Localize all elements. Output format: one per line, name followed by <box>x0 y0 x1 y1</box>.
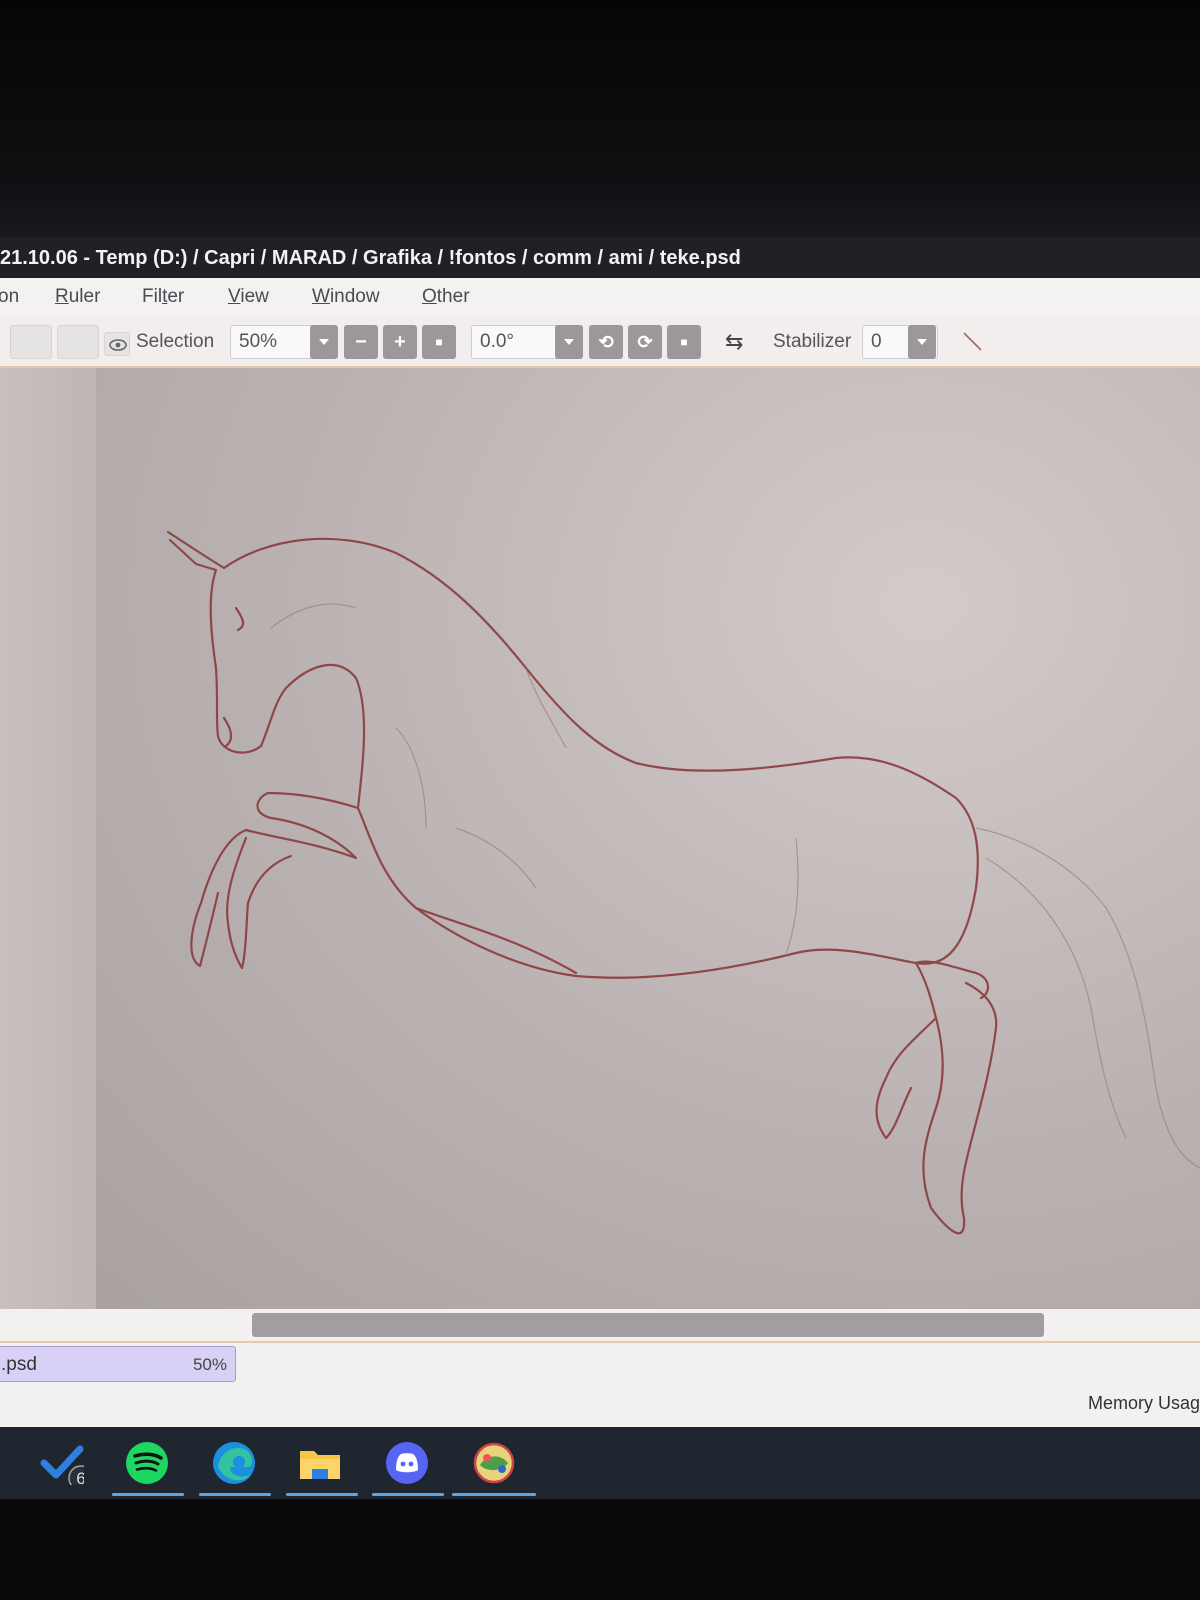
rotation-value: 0.0° <box>480 331 515 352</box>
toolbar: Selection 50% − + ■ 0.0° ⟲ ⟳ ■ ⇆ Stabili… <box>0 316 1200 368</box>
windows-taskbar: 6 <box>0 1427 1200 1499</box>
tool-button-2[interactable] <box>57 325 99 359</box>
folder-icon[interactable] <box>298 1441 342 1485</box>
rotation-dropdown-button[interactable] <box>555 325 583 359</box>
status-area: .psd 50% Memory Usag <box>0 1343 1200 1427</box>
document-tab-name: .psd <box>1 1354 37 1375</box>
taskbar-running-indicator <box>286 1493 358 1496</box>
drawing-canvas[interactable] <box>96 368 1200 1309</box>
discord-icon[interactable] <box>385 1441 429 1485</box>
spotify-icon[interactable] <box>125 1441 169 1485</box>
zoom-out-button[interactable]: − <box>344 325 378 359</box>
checkmark-icon[interactable]: 6 <box>40 1441 84 1485</box>
document-tab-zoom: 50% <box>192 1355 227 1374</box>
menu-bar: on Ruler Filter View Window Other <box>0 278 1200 316</box>
zoom-value: 50% <box>239 331 278 352</box>
stabilizer-value: 0 <box>871 331 882 352</box>
memory-usage-label: Memory Usag <box>1087 1393 1200 1413</box>
rotate-left-button[interactable]: ⟲ <box>589 325 623 359</box>
horse-sketch-drawing <box>166 530 1200 1235</box>
stop-square-icon: ■ <box>680 335 688 349</box>
tool-button-1[interactable] <box>10 325 52 359</box>
zoom-dropdown-button[interactable] <box>310 325 338 359</box>
stabilizer-label: Stabilizer <box>773 331 852 352</box>
stabilizer-dropdown-button[interactable] <box>908 325 936 359</box>
paint-app-icon[interactable] <box>472 1441 516 1485</box>
plus-icon: + <box>394 331 406 353</box>
menu-item-other[interactable]: Other <box>422 286 470 308</box>
menu-item-filter[interactable]: Filter <box>142 286 184 308</box>
rotate-cw-icon: ⟳ <box>637 332 653 352</box>
taskbar-running-indicator <box>112 1493 184 1496</box>
rotate-ccw-icon: ⟲ <box>598 332 614 352</box>
rotate-reset-button[interactable]: ■ <box>667 325 701 359</box>
edge-icon[interactable] <box>212 1441 256 1485</box>
selection-label: Selection <box>136 331 215 352</box>
document-tab[interactable]: .psd 50% <box>0 1346 236 1382</box>
menu-item-ruler[interactable]: Ruler <box>55 286 100 308</box>
monitor-bezel-top <box>0 0 1200 238</box>
selection-visibility-toggle[interactable] <box>104 332 130 356</box>
zoom-reset-button[interactable]: ■ <box>422 325 456 359</box>
zoom-in-button[interactable]: + <box>383 325 417 359</box>
menu-item-selection[interactable]: on <box>0 286 19 308</box>
canvas-margin <box>0 368 100 1309</box>
flip-horizontal-icon[interactable]: ⇆ <box>725 325 743 359</box>
taskbar-running-indicator <box>372 1493 444 1496</box>
stop-square-icon: ■ <box>435 335 443 349</box>
menu-item-view[interactable]: View <box>228 286 269 308</box>
taskbar-active-indicator <box>452 1493 536 1496</box>
monitor-bezel-bottom <box>0 1499 1200 1600</box>
window-title: 21.10.06 - Temp (D:) / Capri / MARAD / G… <box>0 247 741 269</box>
rotate-right-button[interactable]: ⟳ <box>628 325 662 359</box>
canvas-workspace <box>0 368 1200 1309</box>
menu-item-window[interactable]: Window <box>312 286 380 308</box>
scrollbar-thumb[interactable] <box>252 1313 1044 1337</box>
eye-icon <box>109 339 127 351</box>
todo-badge: 6 <box>76 1469 84 1485</box>
window-titlebar[interactable]: 21.10.06 - Temp (D:) / Capri / MARAD / G… <box>0 238 1200 278</box>
pen-tool-icon[interactable] <box>955 325 989 359</box>
minus-icon: − <box>355 331 367 353</box>
taskbar-running-indicator <box>199 1493 271 1496</box>
horizontal-scrollbar[interactable] <box>0 1309 1200 1343</box>
